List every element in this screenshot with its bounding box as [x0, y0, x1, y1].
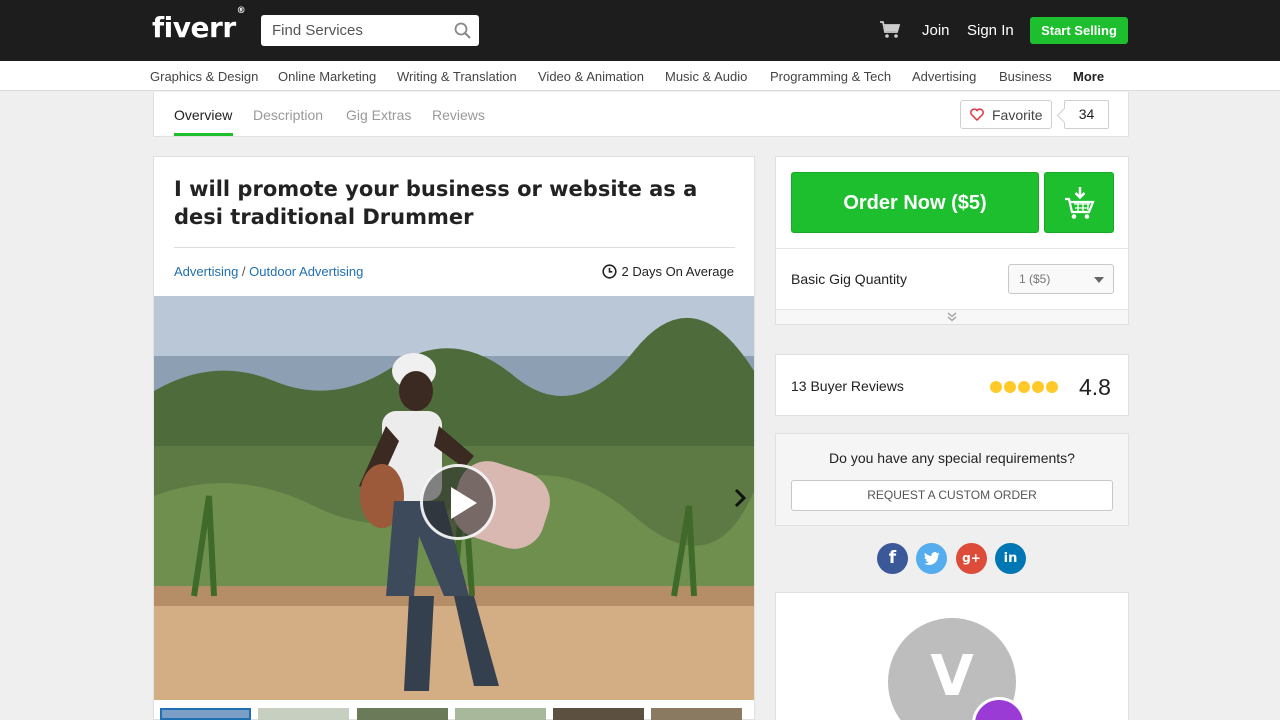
- join-link[interactable]: Join: [922, 22, 950, 39]
- caret-down-icon: [1094, 277, 1104, 283]
- delivery-time: 2 Days On Average: [601, 264, 735, 279]
- request-custom-order-button[interactable]: REQUEST A CUSTOM ORDER: [791, 480, 1113, 511]
- category-business[interactable]: Business: [999, 69, 1052, 84]
- category-online-marketing[interactable]: Online Marketing: [278, 69, 376, 84]
- star-icon: [1032, 381, 1044, 393]
- favorite-button[interactable]: Favorite: [960, 100, 1052, 129]
- category-more[interactable]: More: [1073, 69, 1104, 84]
- quantity-value: 1 ($5): [1019, 272, 1051, 286]
- double-chevron-down-icon: [947, 312, 957, 322]
- delivery-text: 2 Days On Average: [621, 264, 735, 279]
- tab-reviews[interactable]: Reviews: [432, 107, 485, 123]
- gig-tabs: Overview Description Gig Extras Reviews …: [153, 92, 1129, 137]
- star-icon: [1004, 381, 1016, 393]
- tab-description[interactable]: Description: [253, 107, 323, 123]
- facebook-share-icon[interactable]: f: [877, 543, 908, 574]
- breadcrumb-advertising[interactable]: Advertising: [174, 264, 238, 279]
- gallery-thumbnail[interactable]: [160, 708, 251, 720]
- star-icon: [990, 381, 1002, 393]
- gig-video[interactable]: [154, 296, 754, 700]
- twitter-bird-icon: [923, 552, 939, 566]
- star-icon: [1018, 381, 1030, 393]
- category-graphics-design[interactable]: Graphics & Design: [150, 69, 258, 84]
- gallery-thumbnail[interactable]: [455, 708, 546, 720]
- title-divider: [174, 247, 735, 248]
- breadcrumb-outdoor-advertising[interactable]: Outdoor Advertising: [249, 264, 363, 279]
- seller-card: V: [775, 592, 1129, 720]
- reviews-summary-card: 13 Buyer Reviews 4.8: [775, 354, 1129, 416]
- custom-order-card: Do you have any special requirements? RE…: [775, 433, 1129, 526]
- category-video-animation[interactable]: Video & Animation: [538, 69, 644, 84]
- quantity-label: Basic Gig Quantity: [791, 271, 907, 287]
- star-rating: [990, 380, 1060, 393]
- favorite-label: Favorite: [992, 107, 1043, 123]
- play-icon: [451, 487, 477, 519]
- active-tab-indicator: [174, 133, 233, 136]
- category-writing-translation[interactable]: Writing & Translation: [397, 69, 517, 84]
- add-to-cart-button[interactable]: [1044, 172, 1114, 233]
- category-nav: Graphics & Design Online Marketing Writi…: [0, 61, 1280, 91]
- star-icon: [1046, 381, 1058, 393]
- category-music-audio[interactable]: Music & Audio: [665, 69, 747, 84]
- chevron-right-icon[interactable]: [732, 486, 748, 510]
- category-advertising[interactable]: Advertising: [912, 69, 976, 84]
- fiverr-logo[interactable]: fiverr®: [152, 6, 246, 44]
- gallery-thumbnail[interactable]: [651, 708, 742, 720]
- expand-toggle[interactable]: [776, 309, 1128, 324]
- gallery-thumbnail[interactable]: [553, 708, 644, 720]
- twitter-share-icon[interactable]: [916, 543, 947, 574]
- special-requirements-question: Do you have any special requirements?: [829, 450, 1075, 466]
- gallery-thumbnail[interactable]: [258, 708, 349, 720]
- play-button[interactable]: [420, 464, 496, 540]
- search-input[interactable]: [261, 15, 451, 46]
- tab-gig-extras[interactable]: Gig Extras: [346, 107, 411, 123]
- search-icon[interactable]: [454, 22, 471, 39]
- quantity-select[interactable]: 1 ($5): [1008, 264, 1114, 294]
- search-box: [261, 15, 479, 46]
- heart-icon: [970, 108, 984, 121]
- order-card: Order Now ($5) Basic Gig Quantity 1 ($5): [775, 156, 1129, 325]
- cart-icon[interactable]: [879, 20, 901, 40]
- order-now-button[interactable]: Order Now ($5): [791, 172, 1039, 233]
- add-to-cart-icon: [1065, 187, 1095, 219]
- buyer-reviews-count[interactable]: 13 Buyer Reviews: [791, 378, 904, 394]
- linkedin-share-icon[interactable]: in: [995, 543, 1026, 574]
- breadcrumb-separator: /: [238, 264, 250, 279]
- clock-icon: [601, 264, 617, 279]
- rating-value: 4.8: [1079, 374, 1111, 400]
- gig-main-card: I will promote your business or website …: [153, 156, 755, 720]
- top-header: fiverr® Join Sign In Start Selling: [0, 0, 1280, 61]
- favorite-count: 34: [1064, 100, 1109, 129]
- breadcrumb: Advertising / Outdoor Advertising: [174, 264, 363, 279]
- sign-in-link[interactable]: Sign In: [967, 22, 1014, 39]
- tab-overview[interactable]: Overview: [174, 107, 232, 123]
- video-thumbnails: [160, 708, 750, 720]
- gallery-thumbnail[interactable]: [357, 708, 448, 720]
- google-plus-share-icon[interactable]: g+: [956, 543, 987, 574]
- gig-title: I will promote your business or website …: [174, 177, 698, 229]
- category-programming-tech[interactable]: Programming & Tech: [770, 69, 891, 84]
- start-selling-button[interactable]: Start Selling: [1030, 17, 1128, 44]
- order-divider: [776, 248, 1128, 249]
